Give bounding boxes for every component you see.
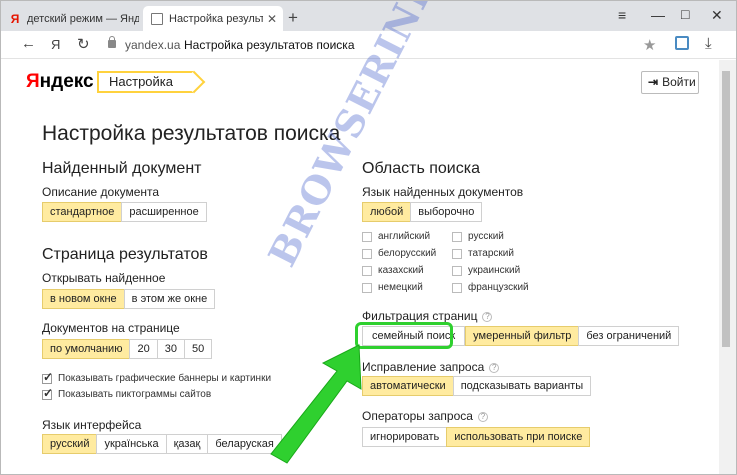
- browser-window: Я детский режим — Яндекс Настройка резул…: [0, 0, 737, 475]
- green-arrow-icon: [270, 344, 362, 464]
